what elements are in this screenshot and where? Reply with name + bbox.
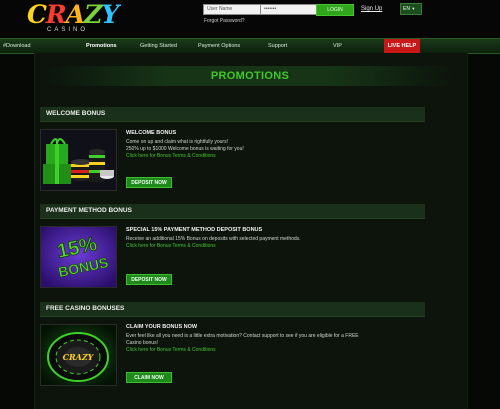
deposit-now-button[interactable]: DEPOSIT NOW bbox=[126, 177, 172, 188]
promo-text: Come on up and claim what is rightfully … bbox=[126, 139, 228, 145]
promo-heading: CLAIM YOUR BONUS NOW bbox=[126, 324, 198, 330]
promo-text: Receive an additional 15% Bonus on depos… bbox=[126, 236, 301, 242]
section-bar-welcome: WELCOME BONUS bbox=[40, 107, 425, 122]
section-bar-payment: PAYMENT METHOD BONUS bbox=[40, 204, 425, 219]
section-label: FREE CASINO BONUSES bbox=[46, 305, 125, 312]
nav-item-support[interactable]: Support bbox=[268, 39, 287, 53]
logo-subtitle: CASINO bbox=[47, 27, 89, 33]
free-casino-bonus-image: CRAZY bbox=[40, 324, 117, 386]
page-title-bar: PROMOTIONS bbox=[45, 66, 455, 86]
nav-item-payment-options[interactable]: Payment Options bbox=[198, 39, 240, 53]
promo-heading: WELCOME BONUS bbox=[126, 130, 177, 136]
live-help-button[interactable]: LIVE HELP bbox=[384, 39, 420, 53]
payment-bonus-content: SPECIAL 15% PAYMENT METHOD DEPOSIT BONUS… bbox=[126, 227, 426, 250]
password-input[interactable]: ••••••• bbox=[260, 4, 320, 15]
login-button[interactable]: LOGIN bbox=[316, 4, 354, 16]
language-label: EN bbox=[403, 6, 410, 12]
language-select[interactable]: EN ▼ bbox=[400, 3, 422, 15]
nav-item-promotions[interactable]: Promotions bbox=[86, 39, 117, 53]
claim-now-button[interactable]: CLAIM NOW bbox=[126, 372, 172, 383]
thumb-text-logo: CRAZY bbox=[63, 352, 95, 362]
free-casino-bonus-content: CLAIM YOUR BONUS NOW Ever feel like all … bbox=[126, 324, 426, 354]
promo-heading: SPECIAL 15% PAYMENT METHOD DEPOSIT BONUS bbox=[126, 227, 263, 233]
deposit-now-button[interactable]: DEPOSIT NOW bbox=[126, 274, 172, 285]
section-label: PAYMENT METHOD BONUS bbox=[46, 207, 132, 214]
promo-text: 250% up to $1000 Welcome bonus is waitin… bbox=[126, 146, 244, 152]
nav-item-getting-started[interactable]: Getting Started bbox=[140, 39, 177, 53]
welcome-bonus-content: WELCOME BONUS Come on up and claim what … bbox=[126, 130, 426, 160]
terms-link[interactable]: Click here for Bonus Terms & Conditions bbox=[126, 153, 426, 160]
header: CRAZY CASINO User Name ••••••• LOGIN Sig… bbox=[0, 0, 500, 38]
forgot-password-link[interactable]: Forgot Password? bbox=[204, 18, 245, 24]
section-bar-free-casino: FREE CASINO BONUSES bbox=[40, 302, 425, 317]
chevron-down-icon: ▼ bbox=[411, 6, 416, 11]
promo-text: Ever feel like all you need is a little … bbox=[126, 333, 359, 339]
main-nav: #Download Promotions Getting Started Pay… bbox=[0, 38, 500, 54]
crazy-casino-logo[interactable]: CRAZY CASINO bbox=[27, 2, 119, 38]
username-input[interactable]: User Name bbox=[203, 4, 263, 15]
nav-item-download[interactable]: #Download bbox=[3, 39, 31, 53]
welcome-bonus-image bbox=[40, 129, 117, 191]
page-title: PROMOTIONS bbox=[210, 70, 290, 82]
section-label: WELCOME BONUS bbox=[46, 110, 106, 117]
promo-text: Casino bonus! bbox=[126, 340, 158, 346]
terms-link[interactable]: Click here for Bonus Terms & Conditions bbox=[126, 347, 426, 354]
terms-link[interactable]: Click here for Bonus Terms & Conditions bbox=[126, 243, 426, 250]
logo-wordmark: CRAZY bbox=[27, 0, 119, 29]
nav-item-vip[interactable]: VIP bbox=[333, 39, 342, 53]
payment-bonus-image: 15% BONUS bbox=[40, 226, 117, 288]
signup-link[interactable]: Sign Up bbox=[361, 4, 382, 14]
